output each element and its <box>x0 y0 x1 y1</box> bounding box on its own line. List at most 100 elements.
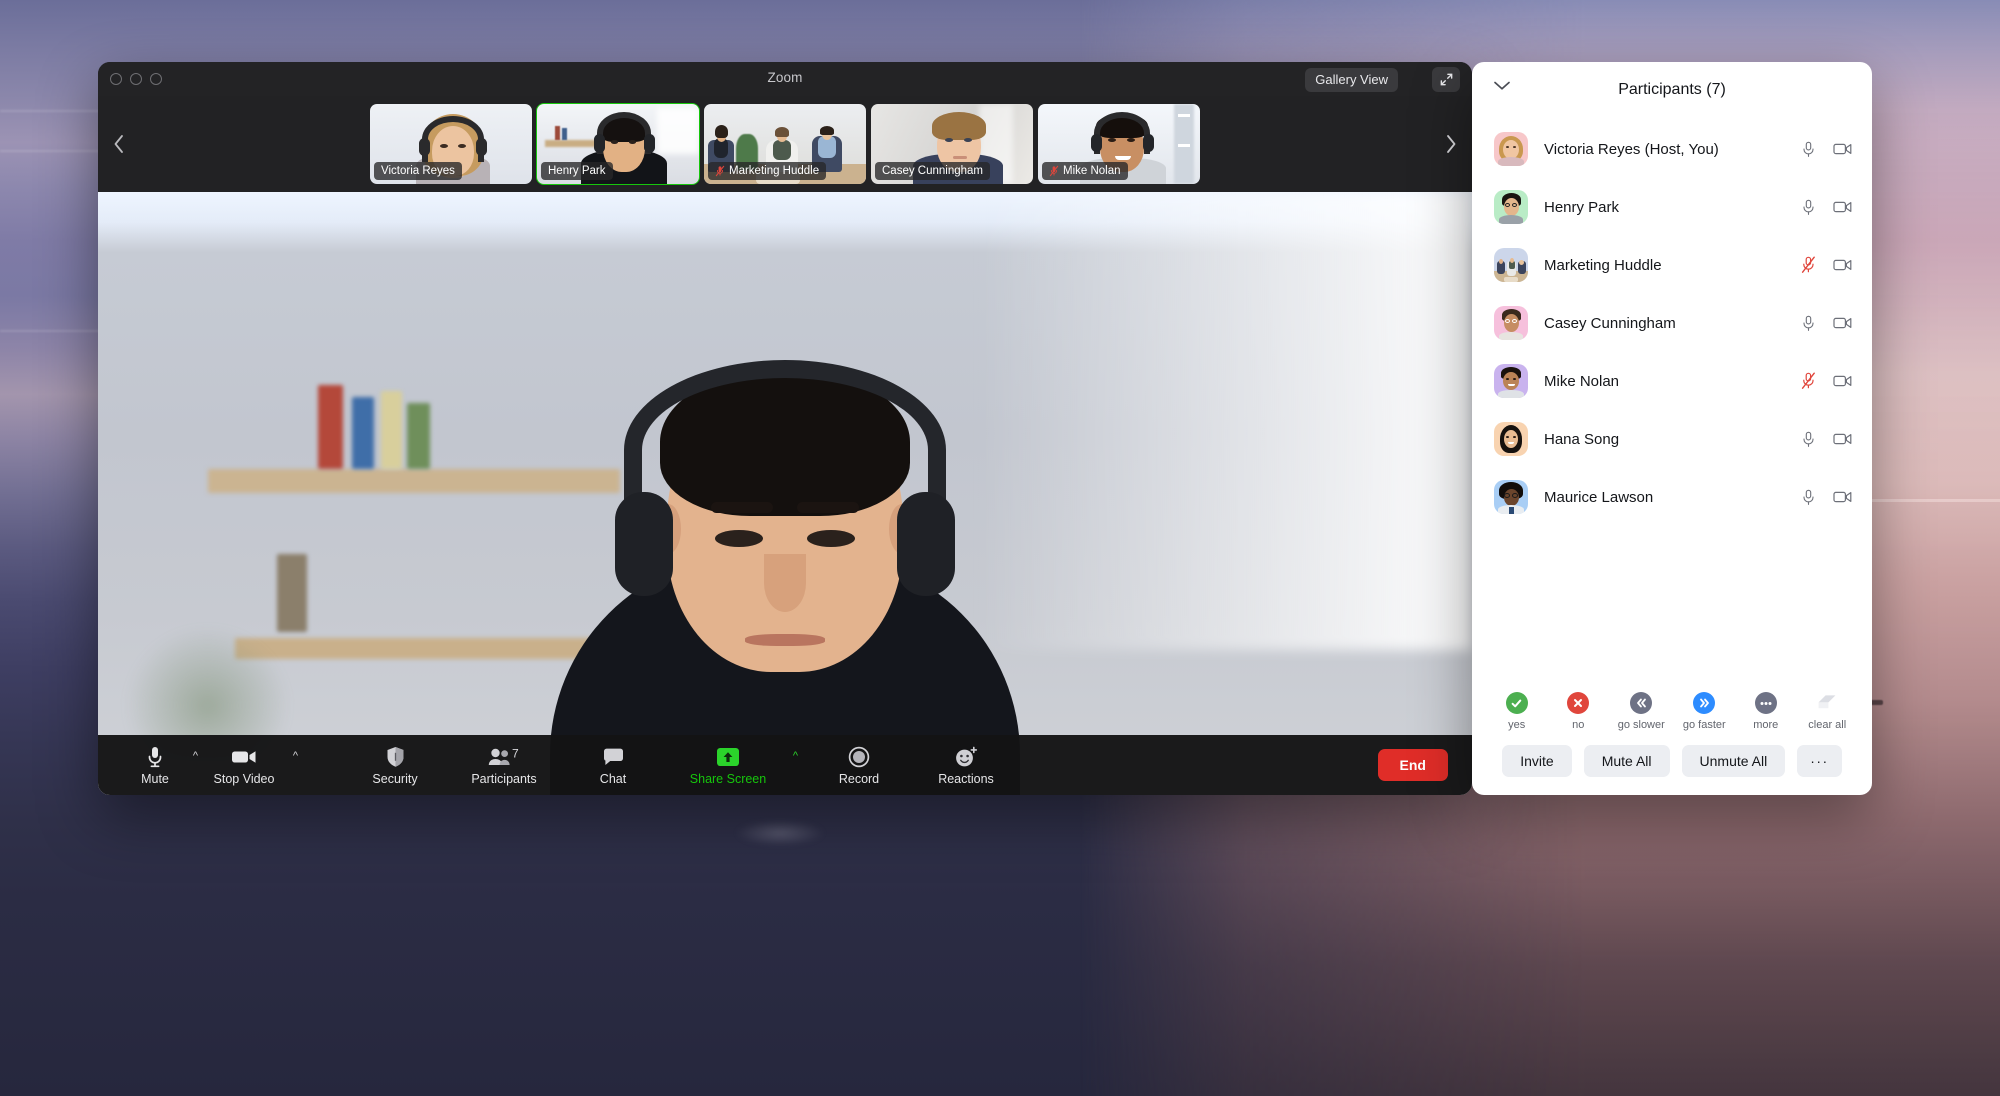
participants-panel-title: Participants (7) <box>1618 81 1726 98</box>
video-icon[interactable] <box>1832 429 1852 449</box>
muted-mic-icon <box>1049 165 1059 176</box>
participant-row-mike-nolan[interactable]: Mike Nolan <box>1472 352 1872 410</box>
participants-panel: Participants (7) Victoria Reyes (Host, Y… <box>1472 62 1872 795</box>
security-button[interactable]: Security <box>356 745 434 786</box>
muted-mic-icon[interactable] <box>1798 255 1818 275</box>
reaction-clear-all-button[interactable]: clear all <box>1805 692 1849 731</box>
thumbnail-name: Marketing Huddle <box>729 164 820 177</box>
nonverbal-feedback-bar: yes no go slower go faster more clear al… <box>1472 684 1872 735</box>
end-meeting-button[interactable]: End <box>1377 749 1448 781</box>
participant-row-victoria-reyes[interactable]: Victoria Reyes (Host, You) <box>1472 120 1872 178</box>
avatar <box>1494 422 1528 456</box>
reaction-label: go slower <box>1617 719 1665 731</box>
video-icon[interactable] <box>1832 255 1852 275</box>
thumbnail-label: Henry Park <box>541 162 613 180</box>
chat-bubble-icon <box>602 745 625 769</box>
participants-label: Participants <box>471 771 537 786</box>
avatar <box>1494 480 1528 514</box>
participant-name: Victoria Reyes (Host, You) <box>1544 140 1719 158</box>
thumbnail-casey-cunningham[interactable]: Casey Cunningham <box>871 104 1033 184</box>
collapse-panel-button[interactable] <box>1492 79 1512 97</box>
wallpaper-foreground-blur <box>735 820 825 846</box>
stop-video-button[interactable]: Stop Video ^ <box>194 745 298 786</box>
participant-row-maurice-lawson[interactable]: Maurice Lawson <box>1472 468 1872 526</box>
participant-row-hana-song[interactable]: Hana Song <box>1472 410 1872 468</box>
reaction-yes-button[interactable]: yes <box>1495 692 1539 731</box>
participant-name: Casey Cunningham <box>1544 314 1676 332</box>
mic-icon[interactable] <box>1798 429 1818 449</box>
reactions-button[interactable]: Reactions <box>920 745 1012 786</box>
filmstrip-prev-button[interactable] <box>98 96 140 192</box>
video-icon[interactable] <box>1832 313 1852 333</box>
invite-button[interactable]: Invite <box>1502 745 1572 777</box>
share-options-caret[interactable]: ^ <box>793 750 798 762</box>
mic-icon[interactable] <box>1798 487 1818 507</box>
ellipsis-circle-icon <box>1754 692 1777 714</box>
participant-filmstrip: Victoria Reyes Henry Park Marketing Hudd… <box>98 96 1472 192</box>
expand-arrows-icon <box>1440 73 1452 86</box>
participants-action-bar: Invite Mute All Unmute All ··· <box>1472 735 1872 795</box>
gallery-view-button[interactable]: Gallery View <box>1305 68 1398 92</box>
chat-button[interactable]: Chat <box>574 745 652 786</box>
participants-button[interactable]: 7 Participants <box>456 745 552 786</box>
thumbnail-henry-park[interactable]: Henry Park <box>536 103 700 185</box>
video-icon[interactable] <box>1832 197 1852 217</box>
mic-icon[interactable] <box>1798 313 1818 333</box>
video-icon[interactable] <box>1832 139 1852 159</box>
participant-row-casey-cunningham[interactable]: Casey Cunningham <box>1472 294 1872 352</box>
mic-icon[interactable] <box>1798 197 1818 217</box>
avatar <box>1494 132 1528 166</box>
reaction-label: go faster <box>1682 719 1726 731</box>
mute-all-button[interactable]: Mute All <box>1583 745 1670 777</box>
muted-mic-icon[interactable] <box>1798 371 1818 391</box>
reaction-more-button[interactable]: more <box>1744 692 1788 731</box>
security-label: Security <box>372 771 418 786</box>
participants-icon: 7 <box>487 745 521 769</box>
unmute-all-button[interactable]: Unmute All <box>1681 745 1786 777</box>
video-options-caret[interactable]: ^ <box>293 750 298 762</box>
participant-controls <box>1798 197 1852 217</box>
chevron-left-icon <box>114 135 123 153</box>
record-button[interactable]: Record <box>820 745 898 786</box>
double-chevron-right-icon <box>1693 692 1716 714</box>
stop-video-label: Stop Video <box>213 771 275 786</box>
share-screen-button[interactable]: Share Screen ^ <box>674 745 798 786</box>
reaction-go-slower-button[interactable]: go slower <box>1618 692 1665 731</box>
avatar <box>1494 190 1528 224</box>
reactions-icon <box>953 745 979 769</box>
mic-icon[interactable] <box>1798 139 1818 159</box>
check-circle-icon <box>1505 692 1528 714</box>
participant-name: Hana Song <box>1544 430 1620 448</box>
share-screen-icon <box>715 745 741 769</box>
participant-controls <box>1798 255 1852 275</box>
thumbnail-label: Victoria Reyes <box>374 162 462 180</box>
participant-row-henry-park[interactable]: Henry Park <box>1472 178 1872 236</box>
headphones <box>897 492 955 596</box>
avatar <box>1494 248 1528 282</box>
more-options-button[interactable]: ··· <box>1797 745 1842 777</box>
mute-button[interactable]: Mute ^ <box>116 745 198 786</box>
thumbnail-marketing-huddle[interactable]: Marketing Huddle <box>704 104 866 184</box>
thumbnail-name: Henry Park <box>548 164 606 177</box>
filmstrip-next-button[interactable] <box>1430 96 1472 192</box>
microphone-icon <box>145 745 165 769</box>
participant-row-marketing-huddle[interactable]: Marketing Huddle <box>1472 236 1872 294</box>
thumbnail-mike-nolan[interactable]: Mike Nolan <box>1038 104 1200 184</box>
thumbnail-label: Marketing Huddle <box>708 162 827 180</box>
thumbnail-victoria-reyes[interactable]: Victoria Reyes <box>370 104 532 184</box>
record-label: Record <box>838 771 880 786</box>
reaction-label: more <box>1753 719 1779 731</box>
reactions-label: Reactions <box>938 771 994 786</box>
participants-list: Victoria Reyes (Host, You) Henry Park Ma… <box>1472 118 1872 684</box>
video-icon[interactable] <box>1832 487 1852 507</box>
headphones <box>615 492 673 596</box>
reaction-go-faster-button[interactable]: go faster <box>1682 692 1726 731</box>
thumbnail-name: Mike Nolan <box>1063 164 1121 177</box>
window-light-glare <box>977 192 1472 651</box>
video-icon[interactable] <box>1832 371 1852 391</box>
expand-button[interactable] <box>1432 67 1460 92</box>
participant-controls <box>1798 313 1852 333</box>
reaction-no-button[interactable]: no <box>1556 692 1600 731</box>
video-camera-icon <box>230 745 258 769</box>
eraser-icon <box>1816 692 1838 714</box>
